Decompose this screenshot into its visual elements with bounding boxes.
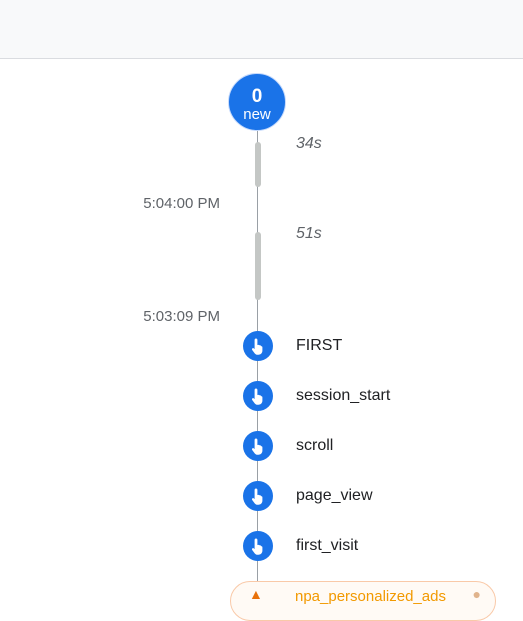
event-name: scroll: [296, 437, 334, 454]
timestamp-label: 5:04:00 PM: [143, 195, 220, 212]
warning-icon: ▲: [249, 586, 263, 602]
touch-icon: [243, 431, 273, 461]
time-gap-label: 34s: [296, 135, 322, 152]
touch-icon: [243, 381, 273, 411]
time-gap-bar: [255, 142, 261, 187]
event-row-scroll[interactable]: scroll: [243, 431, 503, 461]
event-name: page_view: [296, 487, 373, 504]
event-row-first[interactable]: FIRST: [243, 331, 503, 361]
touch-icon: [243, 331, 273, 361]
event-name: FIRST: [296, 337, 343, 354]
touch-icon: [243, 531, 273, 561]
event-row-session-start[interactable]: session_start: [243, 381, 503, 411]
warning-event-row[interactable]: ▲ npa_personalized_ads ●: [230, 581, 496, 621]
touch-icon: [243, 481, 273, 511]
new-events-label: new: [243, 106, 271, 123]
timestamp-label: 5:03:09 PM: [143, 308, 220, 325]
top-toolbar: [0, 0, 523, 59]
event-row-page-view[interactable]: page_view: [243, 481, 503, 511]
event-name: session_start: [296, 387, 391, 404]
event-row-first-visit[interactable]: first_visit: [243, 531, 503, 561]
info-icon: ●: [472, 586, 481, 602]
new-events-badge[interactable]: 0 new: [228, 73, 286, 131]
time-gap-label: 51s: [296, 225, 322, 242]
event-name: first_visit: [296, 537, 359, 554]
warning-event-name: npa_personalized_ads: [295, 588, 446, 605]
timeline-line: [257, 130, 258, 600]
new-events-count: 0: [251, 86, 263, 107]
time-gap-bar: [255, 232, 261, 300]
